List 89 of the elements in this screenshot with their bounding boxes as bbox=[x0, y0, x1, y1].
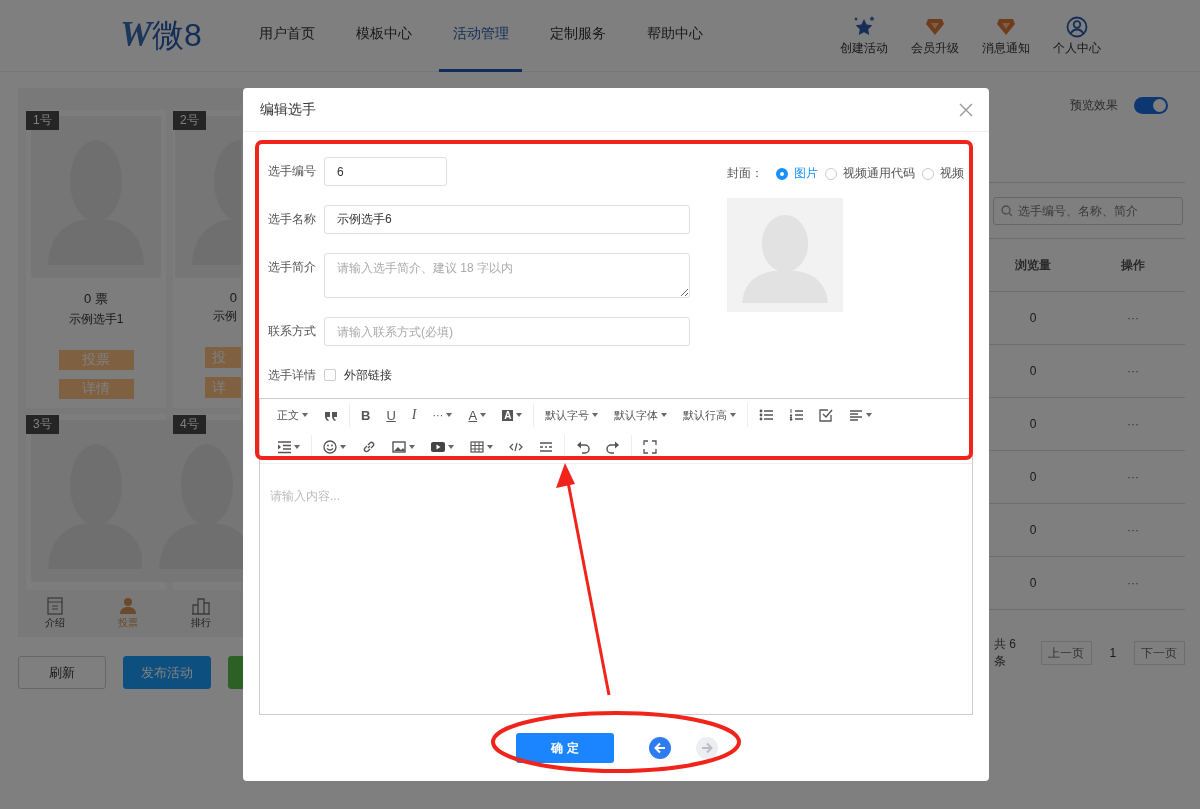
toggle-label: 预览效果 bbox=[1070, 97, 1118, 114]
toolbar-button[interactable]: 默认字体 bbox=[606, 403, 676, 427]
redo-icon bbox=[606, 440, 620, 454]
radio-label[interactable]: 视频通用代码 bbox=[843, 165, 915, 182]
toolbar-button[interactable]: I bbox=[403, 403, 425, 427]
column-header: 操作 bbox=[1120, 256, 1146, 274]
header-link[interactable]: 会员升级 bbox=[910, 39, 959, 57]
preview-switch[interactable] bbox=[1134, 97, 1168, 114]
more-button[interactable]: ··· bbox=[1081, 576, 1185, 590]
fullscreen-icon bbox=[643, 440, 657, 454]
toolbar-button[interactable]: B bbox=[353, 403, 379, 427]
divider-icon bbox=[539, 440, 553, 454]
search-field[interactable]: 选手编号、名称、简介 bbox=[993, 197, 1183, 225]
checkbox-label: 外部链接 bbox=[344, 366, 392, 384]
more-button[interactable]: ··· bbox=[1081, 523, 1185, 537]
refresh-button[interactable]: 刷新 bbox=[18, 656, 106, 689]
next-page-button[interactable]: 下一页 bbox=[1133, 641, 1185, 665]
toolbar-button[interactable]: A bbox=[460, 403, 495, 427]
table-cell-text: 0 bbox=[1028, 311, 1038, 325]
table-cell-text: 0 bbox=[1028, 364, 1038, 378]
radio-button[interactable] bbox=[776, 167, 788, 180]
bullet-list-icon bbox=[759, 408, 774, 422]
toolbar-button[interactable]: U bbox=[378, 403, 404, 427]
candidate-name: 示例选手1 bbox=[68, 311, 124, 328]
table-cell-text: 0 bbox=[1028, 470, 1038, 484]
logo-mark: W bbox=[120, 13, 152, 55]
toolbar-button[interactable]: 默认字号 bbox=[537, 403, 607, 427]
more-button[interactable]: ··· bbox=[1081, 470, 1185, 484]
table-icon bbox=[470, 440, 484, 454]
input-field[interactable]: 示例选手6 bbox=[324, 205, 690, 234]
nav-tab[interactable]: 用户首页 bbox=[245, 0, 328, 72]
more-button[interactable]: ··· bbox=[1081, 311, 1185, 325]
indent-icon bbox=[277, 440, 291, 454]
candidate-name: 示例 bbox=[213, 308, 238, 325]
number-tag: 3号 bbox=[26, 415, 59, 434]
column-header: 浏览量 bbox=[1014, 256, 1052, 274]
vote-count: 0 bbox=[229, 290, 238, 305]
nav-tab[interactable]: 模板中心 bbox=[342, 0, 425, 72]
video-icon bbox=[431, 440, 445, 454]
confirm-button[interactable]: 确 定 bbox=[516, 733, 614, 763]
page-number[interactable]: 1 bbox=[1102, 646, 1124, 660]
number-tag: 2号 bbox=[173, 111, 206, 130]
more-button[interactable]: ··· bbox=[1081, 364, 1185, 378]
radio-label[interactable]: 视频 bbox=[940, 165, 964, 182]
field-label: 联系方式 bbox=[267, 323, 317, 340]
modal-title: 编辑选手 bbox=[260, 100, 316, 119]
checkbox[interactable] bbox=[324, 369, 336, 381]
emoji-icon bbox=[323, 440, 337, 454]
table-cell-text: 0 bbox=[1028, 417, 1038, 431]
back-arrow-button[interactable] bbox=[649, 737, 671, 759]
nav-tab[interactable]: 活动管理 bbox=[439, 0, 522, 72]
field-label: 选手详情 bbox=[267, 366, 317, 384]
search-icon bbox=[1001, 205, 1013, 217]
header-link[interactable]: 个人中心 bbox=[1052, 39, 1101, 57]
image-icon bbox=[392, 440, 406, 454]
number-tag: 1号 bbox=[26, 111, 59, 130]
field-label: 选手简介 bbox=[267, 259, 317, 276]
user-icon[interactable] bbox=[1064, 14, 1089, 39]
table-cell-text: 0 bbox=[1028, 523, 1038, 537]
header-link[interactable]: 消息通知 bbox=[981, 39, 1030, 57]
numbered-list-icon bbox=[789, 408, 804, 422]
toolbar-button[interactable]: A bbox=[494, 403, 531, 427]
table-cell-text: 0 bbox=[1028, 576, 1038, 590]
radio-label[interactable]: 图片 bbox=[794, 165, 818, 182]
toolbar-button[interactable]: 默认行高 bbox=[675, 403, 745, 427]
align-icon bbox=[849, 408, 864, 422]
field-label: 选手名称 bbox=[267, 211, 317, 228]
field-label: 选手编号 bbox=[267, 163, 317, 180]
header-link[interactable]: 创建活动 bbox=[839, 39, 888, 57]
nav-tab[interactable]: 定制服务 bbox=[536, 0, 619, 72]
bottom-tab[interactable]: 介绍 bbox=[44, 596, 65, 629]
undo-icon bbox=[576, 440, 590, 454]
number-tag: 4号 bbox=[173, 415, 206, 434]
input-field[interactable]: 请输入联系方式(必填) bbox=[324, 317, 690, 346]
field-label: 封面： bbox=[727, 165, 763, 182]
link-icon bbox=[362, 440, 376, 454]
input-field[interactable]: 6 bbox=[324, 157, 447, 186]
nav-tab[interactable]: 帮助中心 bbox=[633, 0, 716, 72]
logo-text: 微8 bbox=[152, 16, 202, 55]
code-icon bbox=[509, 440, 523, 454]
close-icon[interactable] bbox=[959, 102, 973, 117]
more-button[interactable]: ··· bbox=[1081, 417, 1185, 431]
bottom-tab[interactable]: 排行 bbox=[190, 596, 211, 629]
toolbar-button[interactable]: ··· bbox=[424, 403, 461, 427]
text-area[interactable]: 请输入选手简介、建议 18 字以内 bbox=[324, 253, 690, 298]
vote-count: 0 票 bbox=[84, 290, 108, 308]
toolbar-button[interactable]: 正文 bbox=[269, 403, 316, 427]
checklist-icon bbox=[819, 408, 834, 422]
total-count: 共 6 条 bbox=[994, 636, 1017, 670]
